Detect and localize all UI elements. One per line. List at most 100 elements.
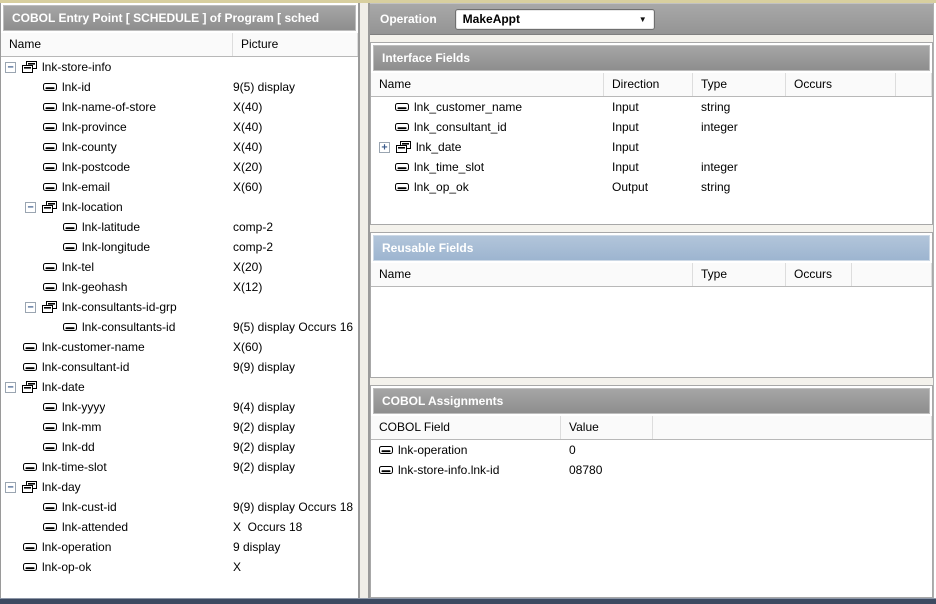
tree-row[interactable]: lnk-geohashX(12) bbox=[1, 277, 358, 297]
tree-name-cell: lnk-cust-id bbox=[1, 500, 233, 514]
field-icon bbox=[43, 503, 58, 512]
tree-row[interactable]: lnk-op-okX bbox=[1, 557, 358, 577]
column-header-name[interactable]: Name bbox=[371, 73, 604, 96]
cobol-entry-point-panel: COBOL Entry Point [ SCHEDULE ] of Progra… bbox=[0, 3, 360, 598]
field-name: lnk-county bbox=[62, 140, 117, 154]
interface-field-row[interactable]: lnk_customer_nameInputstring bbox=[371, 97, 932, 117]
tree-name-cell: lnk-name-of-store bbox=[1, 100, 233, 114]
tree-row[interactable]: lnk-time-slot9(2) display bbox=[1, 457, 358, 477]
tree-row[interactable]: lnk-county X(40) bbox=[1, 137, 358, 157]
tree-row[interactable]: lnk-latitude comp-2 bbox=[1, 217, 358, 237]
field-name: lnk-dd bbox=[62, 440, 95, 454]
tree-expander-icon[interactable]: − bbox=[25, 302, 36, 313]
field-name: lnk_date bbox=[416, 140, 461, 154]
panel-splitter[interactable] bbox=[360, 3, 368, 598]
operation-selected-value: MakeAppt bbox=[456, 12, 632, 26]
tree-row[interactable]: lnk-postcodeX(20) bbox=[1, 157, 358, 177]
cobol-field-name: lnk-operation bbox=[398, 443, 467, 457]
tree-row[interactable]: lnk-yyyy9(4) display bbox=[1, 397, 358, 417]
column-header-type[interactable]: Type bbox=[693, 73, 786, 96]
tree-row[interactable]: lnk-longitudecomp-2 bbox=[1, 237, 358, 257]
tree-row[interactable]: lnk-id9(5) display bbox=[1, 77, 358, 97]
tree-row[interactable]: lnk-consultant-id9(9) display bbox=[1, 357, 358, 377]
tree-expander-icon[interactable]: − bbox=[25, 202, 36, 213]
tree-row[interactable]: lnk-dd9(2) display bbox=[1, 437, 358, 457]
section-gap bbox=[370, 378, 933, 385]
field-name-cell: lnk_customer_name bbox=[371, 100, 604, 114]
tree-row[interactable]: − lnk-consultants-id-grp bbox=[1, 297, 358, 317]
cobol-assignments-title: COBOL Assignments bbox=[373, 388, 930, 414]
chevron-down-icon: ▼ bbox=[632, 15, 654, 24]
field-name: lnk-consultants-id bbox=[82, 320, 175, 334]
main-area: COBOL Entry Point [ SCHEDULE ] of Progra… bbox=[0, 3, 936, 598]
field-icon bbox=[379, 446, 394, 455]
type-value: string bbox=[693, 100, 786, 114]
tree-expander-icon[interactable]: + bbox=[379, 142, 390, 153]
tree-row[interactable]: lnk-operation9 display bbox=[1, 537, 358, 557]
tree-name-cell: lnk-mm bbox=[1, 420, 233, 434]
direction-value: Input bbox=[604, 120, 693, 134]
type-value: integer bbox=[693, 160, 786, 174]
tree-expander-icon[interactable]: − bbox=[5, 482, 16, 493]
field-name: lnk-time-slot bbox=[42, 460, 107, 474]
field-name: lnk-name-of-store bbox=[62, 100, 156, 114]
cobol-assignment-row[interactable]: lnk-store-info.lnk-id08780 bbox=[371, 460, 932, 480]
field-icon bbox=[395, 103, 410, 112]
tree-row[interactable]: lnk-telX(20) bbox=[1, 257, 358, 277]
tree-name-cell: −lnk-location bbox=[1, 200, 233, 214]
interface-field-row[interactable]: lnk_consultant_idInputinteger bbox=[371, 117, 932, 137]
tree-row[interactable]: −lnk-location bbox=[1, 197, 358, 217]
picture-value: 9 display bbox=[233, 540, 358, 554]
field-name: lnk-latitude bbox=[82, 220, 140, 234]
stacked-records-icon bbox=[395, 141, 412, 154]
field-icon bbox=[23, 363, 38, 372]
column-header-value[interactable]: Value bbox=[561, 416, 653, 439]
cobol-assignments-section: COBOL Assignments COBOL Field Value lnk-… bbox=[370, 385, 933, 598]
tree-row[interactable]: lnk-email X(60) bbox=[1, 177, 358, 197]
field-name: lnk-day bbox=[42, 480, 81, 494]
cobol-assignment-row[interactable]: lnk-operation0 bbox=[371, 440, 932, 460]
column-header-occurs[interactable]: Occurs bbox=[786, 73, 896, 96]
column-header-direction[interactable]: Direction bbox=[604, 73, 693, 96]
column-header-name[interactable]: Name bbox=[1, 33, 233, 56]
field-icon bbox=[395, 183, 410, 192]
tree-row[interactable]: lnk-cust-id9(9) display Occurs 18 bbox=[1, 497, 358, 517]
picture-value: X(40) bbox=[233, 140, 358, 154]
cobol-field-cell: lnk-operation bbox=[371, 443, 561, 457]
tree-row[interactable]: lnk-mm9(2) display bbox=[1, 417, 358, 437]
column-header-cobol-field[interactable]: COBOL Field bbox=[371, 416, 561, 439]
column-header-name[interactable]: Name bbox=[371, 263, 693, 286]
picture-value: 9(5) display bbox=[233, 80, 358, 94]
tree-row[interactable]: lnk-customer-nameX(60) bbox=[1, 337, 358, 357]
column-header-picture[interactable]: Picture bbox=[233, 33, 358, 56]
column-header-spacer bbox=[896, 73, 932, 96]
interface-field-row[interactable]: lnk_time_slotInputinteger bbox=[371, 157, 932, 177]
column-header-occurs[interactable]: Occurs bbox=[786, 263, 852, 286]
direction-value: Output bbox=[604, 180, 693, 194]
tree-row[interactable]: lnk-provinceX(40) bbox=[1, 117, 358, 137]
interface-field-row[interactable]: +lnk_dateInput bbox=[371, 137, 932, 157]
picture-value: comp-2 bbox=[233, 220, 358, 234]
tree-expander-icon[interactable]: − bbox=[5, 382, 16, 393]
tree-row[interactable]: lnk-name-of-storeX(40) bbox=[1, 97, 358, 117]
cobol-linkage-tree: −lnk-store-infolnk-id9(5) displaylnk-nam… bbox=[1, 57, 358, 598]
stacked-records-icon bbox=[41, 201, 58, 214]
field-icon bbox=[43, 523, 58, 532]
tree-row[interactable]: lnk-consultants-id9(5) display Occurs 16 bbox=[1, 317, 358, 337]
tree-row[interactable]: lnk-attendedX Occurs 18 bbox=[1, 517, 358, 537]
interface-field-row[interactable]: lnk_op_okOutputstring bbox=[371, 177, 932, 197]
tree-row[interactable]: −lnk-date bbox=[1, 377, 358, 397]
tree-row[interactable]: −lnk-store-info bbox=[1, 57, 358, 77]
picture-value: X Occurs 18 bbox=[233, 520, 358, 534]
field-name: lnk-consultants-id-grp bbox=[62, 300, 177, 314]
field-name: lnk-province bbox=[62, 120, 127, 134]
picture-value: X(60) bbox=[233, 180, 358, 194]
tree-expander-icon[interactable]: − bbox=[5, 62, 16, 73]
field-name: lnk_customer_name bbox=[414, 100, 522, 114]
operation-label: Operation bbox=[370, 12, 447, 26]
operation-select[interactable]: MakeAppt ▼ bbox=[455, 9, 655, 30]
field-name: lnk-geohash bbox=[62, 280, 127, 294]
column-header-type[interactable]: Type bbox=[693, 263, 786, 286]
field-name: lnk-email bbox=[62, 180, 110, 194]
tree-row[interactable]: − lnk-day bbox=[1, 477, 358, 497]
